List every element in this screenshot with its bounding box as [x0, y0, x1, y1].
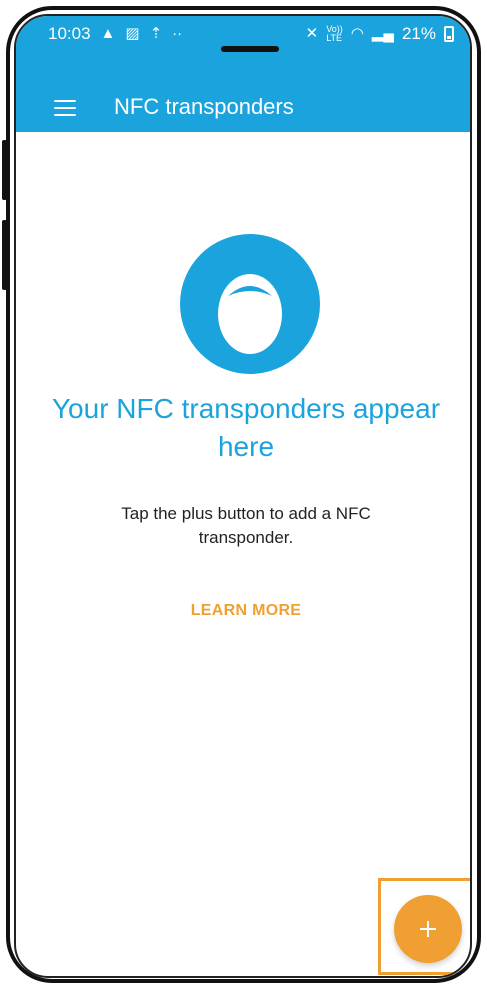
empty-state-headline: Your NFC transponders appear here — [51, 393, 441, 462]
status-left: 10:03 ▲ ▨ ⇡ ·· — [48, 24, 182, 44]
battery-icon — [444, 26, 454, 42]
nfc-tag-icon — [180, 234, 320, 374]
status-time: 10:03 — [48, 24, 91, 43]
toolbar: NFC transponders — [16, 82, 470, 132]
hamburger-menu-icon[interactable] — [54, 100, 76, 116]
app-bar: 10:03 ▲ ▨ ⇡ ·· ✕ Vo)) LTE ◠ ▂▄ 21% NFC t… — [16, 16, 470, 132]
phone-side-button — [2, 220, 7, 290]
upload-icon: ⇡ — [149, 25, 163, 42]
camera-notch — [221, 46, 279, 52]
empty-state-description: Tap the plus button to add a NFC transpo… — [121, 504, 371, 547]
learn-more-link[interactable]: LEARN MORE — [152, 602, 340, 620]
phone-side-button — [2, 140, 7, 200]
battery-percent: 21% — [401, 24, 436, 43]
mute-icon: ✕ — [305, 25, 319, 42]
plus-icon — [427, 921, 429, 937]
volte-icon: Vo)) LTE — [326, 24, 343, 43]
signal-icon: ▂▄ — [371, 25, 394, 42]
wifi-icon: ◠ — [350, 25, 364, 42]
page-title: NFC transponders — [114, 94, 294, 119]
more-dots-icon: ·· — [172, 25, 183, 42]
alert-icon: ▲ — [100, 25, 116, 42]
image-icon: ▨ — [125, 25, 140, 42]
status-bar: 10:03 ▲ ▨ ⇡ ·· ✕ Vo)) LTE ◠ ▂▄ 21% — [16, 16, 470, 52]
status-right: ✕ Vo)) LTE ◠ ▂▄ 21% — [306, 24, 454, 44]
add-transponder-button[interactable] — [394, 895, 462, 963]
phone-screen: 10:03 ▲ ▨ ⇡ ·· ✕ Vo)) LTE ◠ ▂▄ 21% NFC t… — [14, 14, 472, 978]
